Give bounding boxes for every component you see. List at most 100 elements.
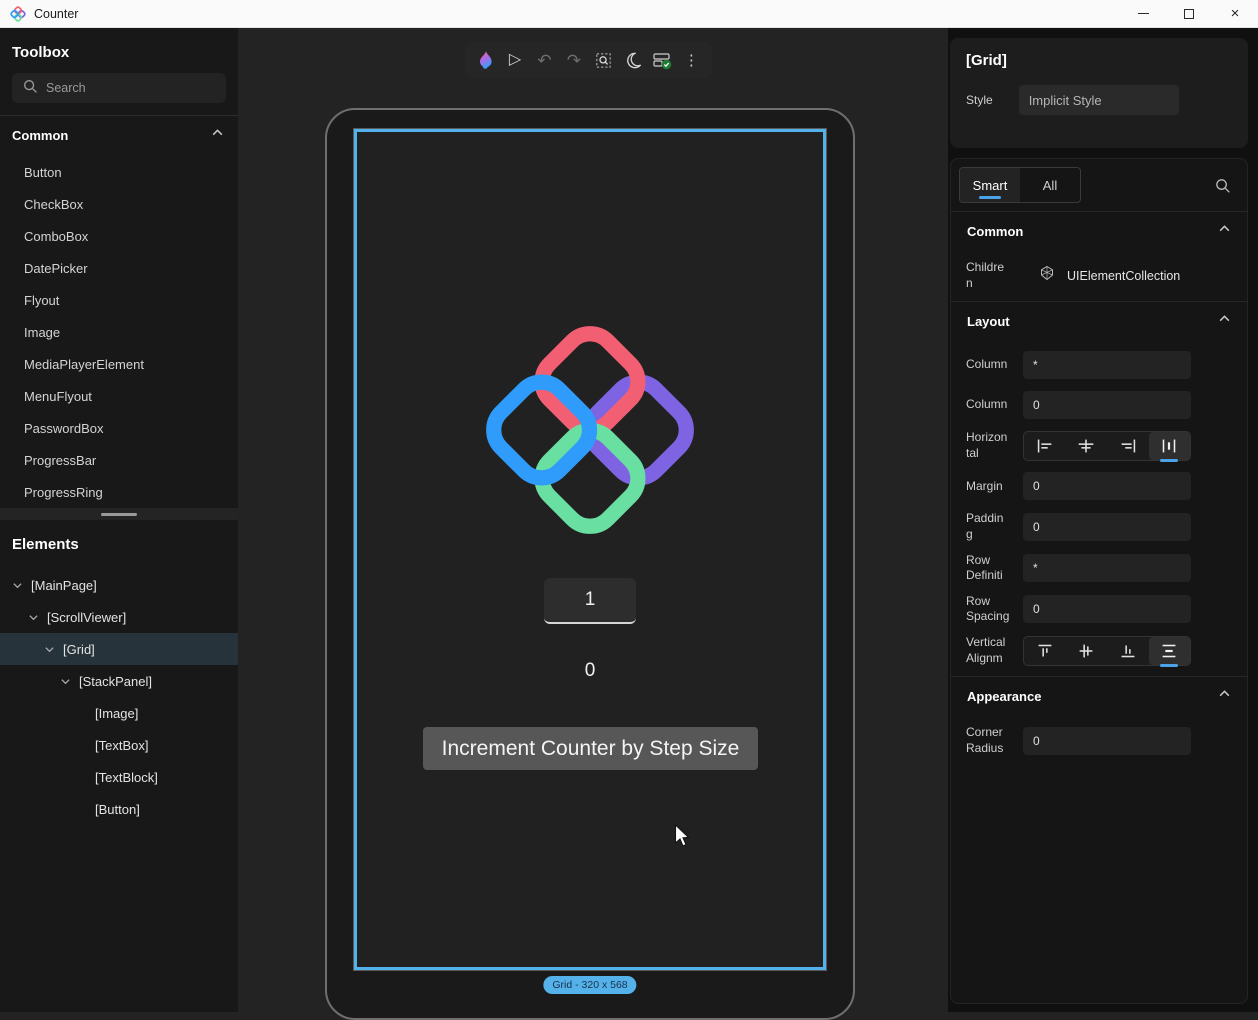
redo-icon[interactable]: ↷ <box>561 47 587 73</box>
property-label: Vertical Alignm <box>966 635 1010 666</box>
step-size-textbox[interactable]: 1 <box>544 578 636 624</box>
play-icon[interactable]: ▷ <box>502 47 528 73</box>
chevron-down-icon[interactable] <box>60 676 71 687</box>
section-title: Layout <box>967 314 1010 329</box>
property-label: Horizontal <box>966 430 1010 461</box>
toolbox-item-list: ButtonCheckBoxComboBoxDatePickerFlyoutIm… <box>0 152 238 508</box>
property-label: Margin <box>966 479 1010 495</box>
style-input[interactable]: Implicit Style <box>1019 85 1179 115</box>
property-input[interactable]: 0 <box>1023 472 1191 500</box>
more-options-icon[interactable]: ⋮ <box>678 47 704 73</box>
property-input[interactable]: 0 <box>1023 391 1191 419</box>
toolbox-item-mediaplayerelement[interactable]: MediaPlayerElement <box>0 348 238 380</box>
property-input[interactable]: 0 <box>1023 727 1191 755</box>
connection-status-icon[interactable] <box>649 47 675 73</box>
tree-item-label: [MainPage] <box>31 578 97 593</box>
toolbox-item-progressbar[interactable]: ProgressBar <box>0 444 238 476</box>
align-h-option-3-button[interactable] <box>1149 432 1191 460</box>
toolbox-search-input[interactable]: Search <box>12 73 226 103</box>
toolbox-item-image[interactable]: Image <box>0 316 238 348</box>
properties-card: SmartAll Common ChildrenUIElementCollecti… <box>950 158 1248 1004</box>
splitter-handle[interactable] <box>101 513 137 516</box>
section-header-appearance[interactable]: Appearance <box>951 677 1247 715</box>
tab-smart[interactable]: Smart <box>960 168 1020 202</box>
toolbox-item-datepicker[interactable]: DatePicker <box>0 252 238 284</box>
toolbox-item-button[interactable]: Button <box>0 156 238 188</box>
toolbox-item-progressring[interactable]: ProgressRing <box>0 476 238 508</box>
prop-row-children: ChildrenUIElementCollection <box>951 260 1247 291</box>
property-input[interactable]: 0 <box>1023 513 1191 541</box>
design-toolbar: ▷↶↷ ⋮ <box>465 42 712 78</box>
tree-item-image[interactable]: [Image] <box>0 697 238 729</box>
zoom-region-icon[interactable] <box>590 47 616 73</box>
property-input[interactable]: * <box>1023 351 1191 379</box>
app-logo-image[interactable] <box>478 318 702 542</box>
section-common: Common ChildrenUIElementCollection <box>951 212 1247 291</box>
prop-row-row-definiti: Row Definiti * <box>951 553 1247 584</box>
design-workspace[interactable]: ▷↶↷⋮ 1 0 Increment Counter by Step Si <box>238 28 948 1012</box>
minimize-button[interactable] <box>1120 0 1166 27</box>
sidebar-splitter[interactable] <box>0 508 238 520</box>
app-logo-icon <box>10 6 26 22</box>
section-header-common[interactable]: Common <box>951 212 1247 250</box>
align-h-option-1-button[interactable] <box>1066 432 1108 460</box>
style-label: Style <box>966 93 993 107</box>
increment-counter-button[interactable]: Increment Counter by Step Size <box>423 727 758 770</box>
chevron-up-icon[interactable] <box>1218 312 1231 330</box>
property-label: Corner Radius <box>966 725 1010 756</box>
align-v-option-0-button[interactable] <box>1024 637 1066 665</box>
tree-item-stackpanel[interactable]: [StackPanel] <box>0 665 238 697</box>
property-input[interactable]: * <box>1023 554 1191 582</box>
property-label: Column <box>966 397 1010 413</box>
chevron-up-icon[interactable] <box>1218 222 1231 240</box>
theme-toggle-moon-icon[interactable] <box>620 47 646 73</box>
design-canvas-grid[interactable]: 1 0 Increment Counter by Step Size Grid … <box>354 129 826 970</box>
chevron-up-icon[interactable] <box>211 126 224 144</box>
property-input[interactable]: 0 <box>1023 595 1191 623</box>
align-h-option-0-button[interactable] <box>1024 432 1066 460</box>
counter-value-text[interactable]: 0 <box>357 660 823 682</box>
toolbox-item-flyout[interactable]: Flyout <box>0 284 238 316</box>
tree-item-mainpage[interactable]: [MainPage] <box>0 569 238 601</box>
align-v-option-2-button[interactable] <box>1107 637 1149 665</box>
device-frame: 1 0 Increment Counter by Step Size Grid … <box>325 108 855 1020</box>
tree-item-scrollviewer[interactable]: [ScrollViewer] <box>0 601 238 633</box>
inspector-tabs-row: SmartAll <box>951 159 1247 211</box>
prop-row-vertical-alignm: Vertical Alignm <box>951 635 1247 666</box>
toolbox-section-common[interactable]: Common <box>0 116 238 152</box>
align-h-option-2-button[interactable] <box>1107 432 1149 460</box>
window-controls: × <box>1120 0 1258 27</box>
chevron-down-icon[interactable] <box>44 644 55 655</box>
tree-item-button[interactable]: [Button] <box>0 793 238 825</box>
properties-search-icon[interactable] <box>1214 177 1231 194</box>
chevron-up-icon[interactable] <box>1218 687 1231 705</box>
close-icon: × <box>1231 6 1240 21</box>
align-v-group <box>1023 636 1191 666</box>
search-icon <box>22 78 38 99</box>
tree-item-grid[interactable]: [Grid] <box>0 633 238 665</box>
toolbox-item-combobox[interactable]: ComboBox <box>0 220 238 252</box>
tree-item-label: [TextBox] <box>95 738 148 753</box>
tree-item-label: [Image] <box>95 706 138 721</box>
tree-item-textblock[interactable]: [TextBlock] <box>0 761 238 793</box>
property-label: Row Definiti <box>966 553 1010 584</box>
window-titlebar: Counter × <box>0 0 1258 28</box>
chevron-down-icon[interactable] <box>28 612 39 623</box>
align-v-option-1-button[interactable] <box>1066 637 1108 665</box>
toolbox-item-checkbox[interactable]: CheckBox <box>0 188 238 220</box>
section-header-layout[interactable]: Layout <box>951 302 1247 340</box>
toolbox-item-passwordbox[interactable]: PasswordBox <box>0 412 238 444</box>
align-v-option-3-button[interactable] <box>1149 637 1191 665</box>
toolbox-item-menuflyout[interactable]: MenuFlyout <box>0 380 238 412</box>
prop-row-column: Column* <box>951 350 1247 380</box>
chevron-down-icon[interactable] <box>12 580 23 591</box>
section-title: Common <box>967 224 1023 239</box>
prop-row-padding: Padding0 <box>951 511 1247 542</box>
maximize-button[interactable] <box>1166 0 1212 27</box>
property-label: Row Spacing <box>966 594 1010 625</box>
tab-all[interactable]: All <box>1020 168 1080 202</box>
hot-design-flame-icon[interactable] <box>473 47 499 73</box>
close-button[interactable]: × <box>1212 0 1258 27</box>
undo-icon[interactable]: ↶ <box>531 47 557 73</box>
tree-item-textbox[interactable]: [TextBox] <box>0 729 238 761</box>
